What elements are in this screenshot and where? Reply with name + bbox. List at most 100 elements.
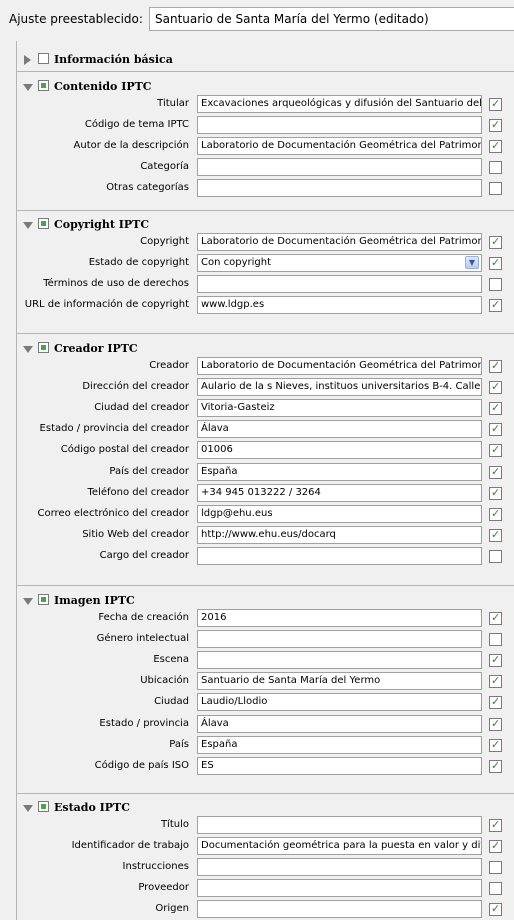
disclosure-expanded-icon[interactable]: [23, 598, 33, 605]
field-input[interactable]: [197, 158, 482, 177]
field-input[interactable]: [197, 546, 482, 565]
disclosure-expanded-icon[interactable]: [23, 346, 33, 353]
field-input[interactable]: Álava: [197, 420, 482, 439]
field-checkbox[interactable]: [489, 902, 502, 917]
field-checkbox[interactable]: [489, 818, 502, 832]
field-checkbox[interactable]: [489, 861, 502, 875]
field-input[interactable]: Laudio/Llodio: [197, 693, 482, 712]
field-input[interactable]: [197, 116, 482, 135]
group-header-contenido-iptc[interactable]: Contenido IPTC: [17, 79, 514, 95]
group-checkbox[interactable]: [38, 342, 49, 353]
field-input[interactable]: Documentación geométrica para la puesta …: [197, 837, 482, 856]
field-checkbox[interactable]: [489, 182, 502, 196]
field-value: Santuario de Santa María del Yermo: [201, 675, 381, 687]
group-checkbox[interactable]: [38, 80, 49, 91]
field-input[interactable]: España: [197, 462, 482, 481]
field-row: Estado de copyright Con copyright ▼: [17, 253, 514, 273]
field-checkbox[interactable]: [489, 839, 502, 854]
field-label: País: [169, 738, 189, 750]
field-row: URL de información de copyright www.ldgp.…: [17, 295, 514, 315]
preset-select[interactable]: Santuario de Santa María del Yermo (edit…: [149, 7, 514, 31]
field-checkbox[interactable]: [489, 653, 502, 668]
disclosure-expanded-icon[interactable]: [23, 805, 33, 812]
group-header-informacion-basica[interactable]: Información básica: [17, 52, 514, 68]
field-input[interactable]: [197, 179, 482, 198]
group-title: Estado IPTC: [54, 801, 131, 814]
metadata-panel: Información básica Contenido IPTC Titular E…: [16, 41, 514, 920]
group-checkbox[interactable]: [38, 594, 49, 605]
field-checkbox[interactable]: [489, 674, 502, 689]
group-checkbox[interactable]: [38, 218, 49, 229]
field-checkbox[interactable]: [489, 235, 502, 249]
group-header-creador-iptc[interactable]: Creador IPTC: [17, 341, 514, 357]
group-checkbox[interactable]: [38, 801, 49, 812]
field-input[interactable]: Vitoria-Gasteiz: [197, 399, 482, 418]
group-header-imagen-iptc[interactable]: Imagen IPTC: [17, 593, 514, 609]
field-checkbox[interactable]: [489, 486, 502, 500]
field-value: www.ldgp.es: [201, 299, 265, 311]
field-input[interactable]: www.ldgp.es: [197, 296, 482, 315]
disclosure-collapsed-icon[interactable]: [24, 55, 31, 65]
field-checkbox[interactable]: [489, 380, 502, 395]
field-input[interactable]: Laboratorio de Documentación Geométrica …: [197, 137, 482, 156]
field-input[interactable]: [197, 651, 482, 670]
field-checkbox[interactable]: [489, 443, 502, 458]
field-input[interactable]: Santuario de Santa María del Yermo: [197, 672, 482, 691]
field-checkbox[interactable]: [489, 422, 502, 437]
field-checkbox[interactable]: [489, 359, 502, 373]
field-input[interactable]: Laboratorio de Documentación Geométrica …: [197, 233, 482, 251]
field-checkbox[interactable]: [489, 759, 502, 773]
field-label: Creador: [149, 360, 189, 371]
field-checkbox[interactable]: [489, 465, 502, 479]
field-checkbox[interactable]: [489, 528, 502, 542]
field-input[interactable]: http://www.ehu.eus/docarq: [197, 525, 482, 544]
field-checkbox[interactable]: [489, 118, 502, 133]
copyright-status-select[interactable]: Con copyright ▼: [197, 254, 482, 273]
field-input[interactable]: Laboratorio de Documentación Geométrica …: [197, 357, 482, 375]
field-checkbox[interactable]: [489, 298, 502, 313]
field-checkbox[interactable]: [489, 549, 502, 563]
field-value: Laboratorio de Documentación Geométrica …: [201, 140, 482, 152]
field-input[interactable]: 01006: [197, 441, 482, 460]
field-checkbox[interactable]: [489, 611, 502, 625]
field-checkbox[interactable]: [489, 695, 502, 710]
disclosure-expanded-icon[interactable]: [23, 222, 33, 229]
field-checkbox[interactable]: [489, 401, 502, 416]
disclosure-expanded-icon[interactable]: [23, 84, 33, 91]
field-input[interactable]: 2016: [197, 609, 482, 627]
field-checkbox[interactable]: [489, 633, 502, 647]
field-label: Título: [160, 819, 189, 830]
field-input[interactable]: ES: [197, 756, 482, 775]
field-row: Ubicación Santuario de Santa María del Ye…: [17, 671, 514, 691]
field-value: +34 945 013222 / 3264: [201, 486, 321, 498]
field-input[interactable]: +34 945 013222 / 3264: [197, 483, 482, 502]
field-checkbox[interactable]: [489, 161, 502, 175]
field-row: Otras categorías: [17, 178, 514, 198]
field-input[interactable]: [197, 879, 482, 898]
field-label: País del creador: [109, 465, 189, 477]
field-checkbox[interactable]: [489, 139, 502, 154]
chevron-down-icon[interactable]: ▼: [465, 256, 479, 270]
field-input[interactable]: España: [197, 735, 482, 754]
field-input[interactable]: [197, 900, 482, 919]
field-checkbox[interactable]: [489, 717, 502, 731]
field-checkbox[interactable]: [489, 256, 502, 271]
field-label: Instrucciones: [122, 861, 189, 873]
field-checkbox[interactable]: [489, 97, 502, 111]
field-input[interactable]: Álava: [197, 714, 482, 733]
field-input[interactable]: Aulario de la s Nieves, instituos univer…: [197, 378, 482, 397]
field-value: España: [201, 738, 238, 750]
field-input[interactable]: [197, 858, 482, 877]
field-checkbox[interactable]: [489, 278, 502, 292]
field-input[interactable]: [197, 816, 482, 834]
field-checkbox[interactable]: [489, 507, 502, 521]
group-header-estado-iptc[interactable]: Estado IPTC: [17, 800, 514, 816]
field-input[interactable]: [197, 630, 482, 649]
field-checkbox[interactable]: [489, 882, 502, 896]
field-input[interactable]: ldgp@ehu.eus: [197, 504, 482, 523]
field-checkbox[interactable]: [489, 738, 502, 752]
field-input[interactable]: [197, 275, 482, 294]
group-checkbox[interactable]: [38, 53, 49, 64]
field-input[interactable]: Excavaciones arqueológicas y difusión de…: [197, 95, 482, 113]
group-header-copyright-iptc[interactable]: Copyright IPTC: [17, 217, 514, 233]
